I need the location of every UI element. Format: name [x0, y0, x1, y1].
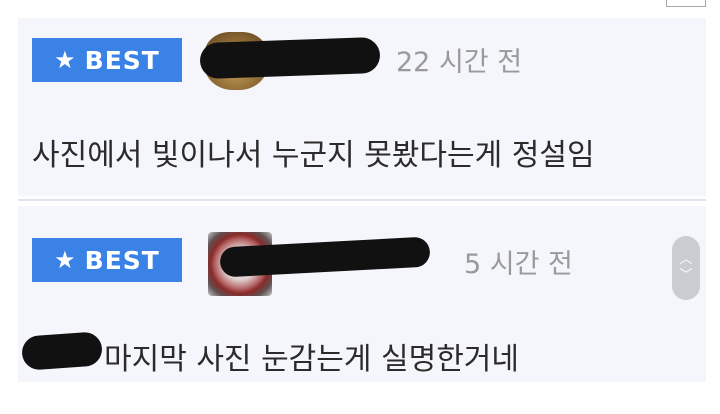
star-icon: ★	[54, 46, 77, 74]
best-badge-label: BEST	[84, 45, 160, 75]
scroll-widget[interactable]: ︿ ﹀	[672, 236, 700, 300]
corner-frame	[666, 0, 706, 7]
comment-timestamp: 22 시간 전	[396, 47, 523, 78]
best-badge: ★ BEST	[32, 38, 182, 82]
best-badge: ★ BEST	[32, 238, 182, 282]
redacted-username	[199, 36, 381, 80]
comment-text: 마지막 사진 눈감는게 실명한거네	[104, 342, 520, 377]
comment-text: 사진에서 빛이나서 누군지 못봤다는게 정설임	[32, 138, 595, 173]
redacted-text	[20, 331, 104, 371]
chevron-down-icon[interactable]: ﹀	[679, 268, 692, 284]
comment-card: ★ BEST 5 시간 전 마지막 사진 눈감는게 실명한거네 ︿ ﹀	[18, 206, 706, 382]
comment-timestamp: 5 시간 전	[464, 249, 573, 280]
best-badge-label: BEST	[84, 245, 160, 275]
star-icon: ★	[54, 246, 77, 274]
comment-card: ★ BEST 22 시간 전 사진에서 빛이나서 누군지 못봤다는게 정설임	[18, 18, 706, 196]
chevron-up-icon[interactable]: ︿	[679, 252, 692, 268]
comment-divider	[18, 199, 706, 201]
